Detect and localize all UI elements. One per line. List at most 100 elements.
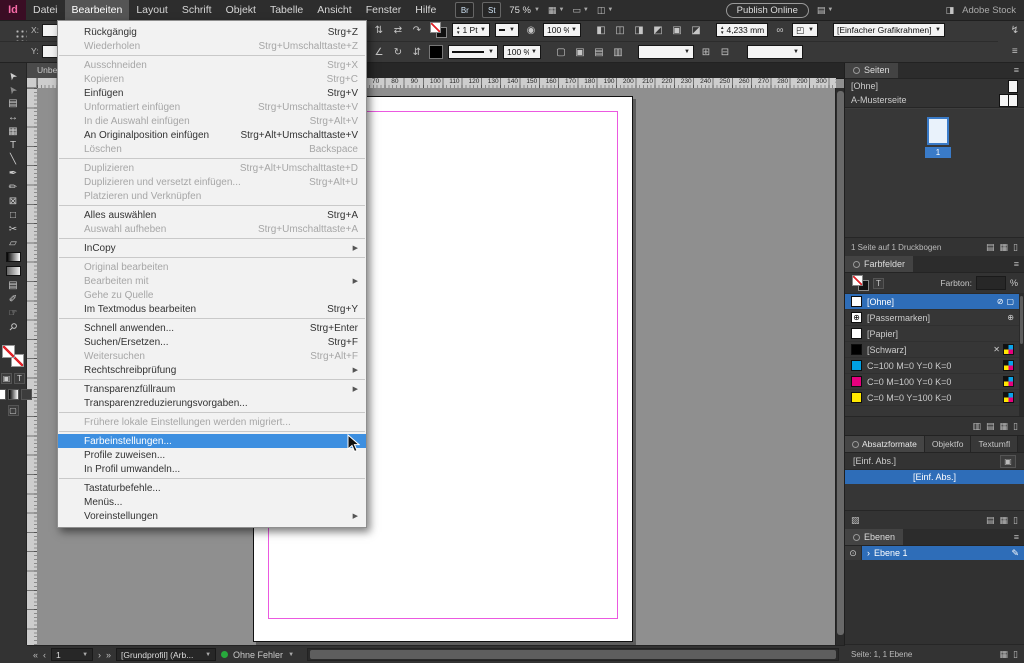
style-row-selected[interactable]: [Einf. Abs.] <box>845 470 1024 484</box>
pages-list[interactable]: 1 <box>845 109 1024 237</box>
formatting-text-icon[interactable]: T <box>873 278 884 289</box>
effects-icon[interactable]: ◉ <box>524 25 538 36</box>
edit-menu-item[interactable]: RückgängigStrg+Z <box>58 25 366 39</box>
stroke-weight-field[interactable]: ▲▼1 Pt▼ <box>452 23 490 37</box>
preflight-status-label[interactable]: Ohne Fehler <box>233 650 283 660</box>
stroke-style-dropdown[interactable]: ▼ <box>448 45 498 59</box>
workspace-dropdown[interactable]: ▤▼ <box>817 5 833 16</box>
new-layer-icon[interactable]: ▦ <box>1000 649 1009 660</box>
menubar-item-datei[interactable]: Datei <box>26 0 65 20</box>
adobe-stock-label[interactable]: Adobe Stock <box>962 5 1016 16</box>
tab-textumfl[interactable]: Textumfl <box>971 436 1018 452</box>
apply-color-icon[interactable] <box>0 389 6 400</box>
stock-search-icon[interactable]: ◨ <box>946 5 955 16</box>
apply-none-icon[interactable] <box>21 389 32 400</box>
delete-swatch-icon[interactable]: ▯ <box>1013 421 1018 432</box>
panel-menu-icon[interactable]: ≡ <box>1009 62 1024 78</box>
effects-dropdown[interactable]: ▼ <box>747 45 803 59</box>
gap-tool[interactable]: ↔ <box>0 110 27 124</box>
edit-menu-item[interactable]: EinfügenStrg+V <box>58 86 366 100</box>
gradient-swatch-tool[interactable] <box>0 250 27 264</box>
opacity-field[interactable]: 100 %▼ <box>543 23 581 37</box>
align-right-icon[interactable]: ◨ <box>632 25 646 36</box>
zoom-level-dropdown[interactable]: 75 % ▼ <box>509 5 540 16</box>
content-collector-tool[interactable]: ▦ <box>0 124 27 138</box>
view-options-dropdown[interactable]: ▦▼ <box>548 5 564 16</box>
tab-absatzformate[interactable]: Absatzformate <box>845 436 925 452</box>
type-tool[interactable]: T <box>0 138 27 152</box>
swatch-row[interactable]: C=0 M=100 Y=0 K=0 <box>845 374 1024 390</box>
edit-menu-item[interactable]: Schnell anwenden...Strg+Enter <box>58 321 366 335</box>
new-style-icon[interactable]: ▦ <box>1000 515 1009 526</box>
shear-icon[interactable]: ∠ <box>372 47 386 58</box>
page-number-badge[interactable]: 1 <box>925 147 951 158</box>
menubar-item-schrift[interactable]: Schrift <box>175 0 219 20</box>
current-style-row[interactable]: [Einf. Abs.] ▣ <box>845 453 1024 469</box>
hand-tool[interactable]: ☞ <box>0 306 27 320</box>
edit-menu-item[interactable]: Im Textmodus bearbeitenStrg+Y <box>58 302 366 316</box>
panel-menu-icon[interactable]: ≡ <box>1009 256 1024 272</box>
corner-shape-dropdown[interactable]: ◰▼ <box>792 23 818 37</box>
layer-row[interactable]: ⊙ › Ebene 1 ✎ <box>845 546 1024 560</box>
last-page-button[interactable]: » <box>106 650 111 660</box>
tab-seiten[interactable]: Seiten <box>845 62 898 78</box>
stroke-tint-field[interactable]: 100 %▼ <box>503 45 541 59</box>
rotate-icon[interactable]: ↻ <box>391 47 405 58</box>
align-center-icon[interactable]: ◫ <box>613 25 627 36</box>
align-top-icon[interactable]: ◩ <box>651 25 665 36</box>
auto-fit-icon[interactable]: ⊟ <box>718 47 732 58</box>
menubar-item-objekt[interactable]: Objekt <box>219 0 263 20</box>
preflight-profile-dropdown[interactable]: [Grundprofil] (Arb... ▼ <box>116 648 216 661</box>
master-a-row[interactable]: A-Musterseite <box>845 93 1024 107</box>
edit-menu-item[interactable]: InCopy▶ <box>58 241 366 255</box>
edit-menu-item[interactable]: Farbeinstellungen... <box>58 434 366 448</box>
rectangle-tool[interactable]: □ <box>0 208 27 222</box>
menubar-item-layout[interactable]: Layout <box>129 0 175 20</box>
edit-menu-item[interactable]: Suchen/Ersetzen...Strg+F <box>58 335 366 349</box>
flip-horizontal-icon[interactable]: ⇄ <box>391 25 405 36</box>
edit-menu-item[interactable]: Alles auswählenStrg+A <box>58 208 366 222</box>
menubar-item-ansicht[interactable]: Ansicht <box>310 0 358 20</box>
pencil-tool[interactable]: ✏ <box>0 180 27 194</box>
horizontal-scrollbar-thumb[interactable] <box>310 650 836 659</box>
edit-menu-item[interactable]: Profile zuweisen... <box>58 448 366 462</box>
menubar-item-fenster[interactable]: Fenster <box>359 0 409 20</box>
first-page-button[interactable]: « <box>33 650 38 660</box>
edit-menu-item[interactable]: Rechtschreibprüfung▶ <box>58 363 366 377</box>
swatch-row[interactable]: C=0 M=0 Y=100 K=0 <box>845 390 1024 406</box>
layer-selected-bar[interactable]: › Ebene 1 ✎ <box>862 546 1024 560</box>
pen-tool[interactable]: ✒ <box>0 166 27 180</box>
fill-stroke-proxy[interactable] <box>1 344 25 368</box>
new-page-icon[interactable]: ▦ <box>1000 242 1009 253</box>
zoom-tool[interactable]: ⚲ <box>0 320 27 334</box>
delete-page-icon[interactable]: ▯ <box>1013 242 1018 253</box>
swatch-scrollbar-thumb[interactable] <box>1020 296 1023 344</box>
style-options-icon[interactable]: ▣ <box>1000 455 1016 468</box>
horizontal-scrollbar[interactable] <box>307 648 839 661</box>
scissors-tool[interactable]: ✂ <box>0 222 27 236</box>
menubar-item-hilfe[interactable]: Hilfe <box>408 0 443 20</box>
gradient-feather-tool[interactable] <box>0 264 27 278</box>
bridge-badge[interactable]: Br <box>455 2 474 18</box>
page-tool[interactable]: ▤ <box>0 96 27 110</box>
tab-ebenen[interactable]: Ebenen <box>845 529 903 545</box>
edit-menu-item[interactable]: In Profil umwandeln... <box>58 462 366 476</box>
quick-apply-icon[interactable]: ↯ <box>1011 25 1019 36</box>
tint-field[interactable] <box>976 276 1006 290</box>
publish-online-button[interactable]: Publish Online <box>726 3 809 18</box>
arrange-documents-dropdown[interactable]: ◫▼ <box>597 5 613 16</box>
rotate-90-icon[interactable]: ↷ <box>410 25 424 36</box>
swatch-row[interactable]: [Papier] <box>845 326 1024 342</box>
formatting-text-icon[interactable]: T <box>14 373 25 384</box>
eyedropper-tool[interactable]: ✐ <box>0 292 27 306</box>
frame-fitting-icon[interactable]: ⊞ <box>699 47 713 58</box>
align-left-icon[interactable]: ◧ <box>594 25 608 36</box>
edit-menu-item[interactable]: Voreinstellungen▶ <box>58 509 366 523</box>
corner-radius-field[interactable]: ▲▼4,233 mm <box>716 23 768 37</box>
clear-overrides-icon[interactable]: ▨ <box>851 515 860 526</box>
flip-both-icon[interactable]: ⇵ <box>410 47 424 58</box>
tab-objektfo[interactable]: Objektfo <box>925 436 972 452</box>
line-tool[interactable]: ╲ <box>0 152 27 166</box>
tab-farbfelder[interactable]: Farbfelder <box>845 256 913 272</box>
edit-menu-item[interactable]: Menüs... <box>58 495 366 509</box>
